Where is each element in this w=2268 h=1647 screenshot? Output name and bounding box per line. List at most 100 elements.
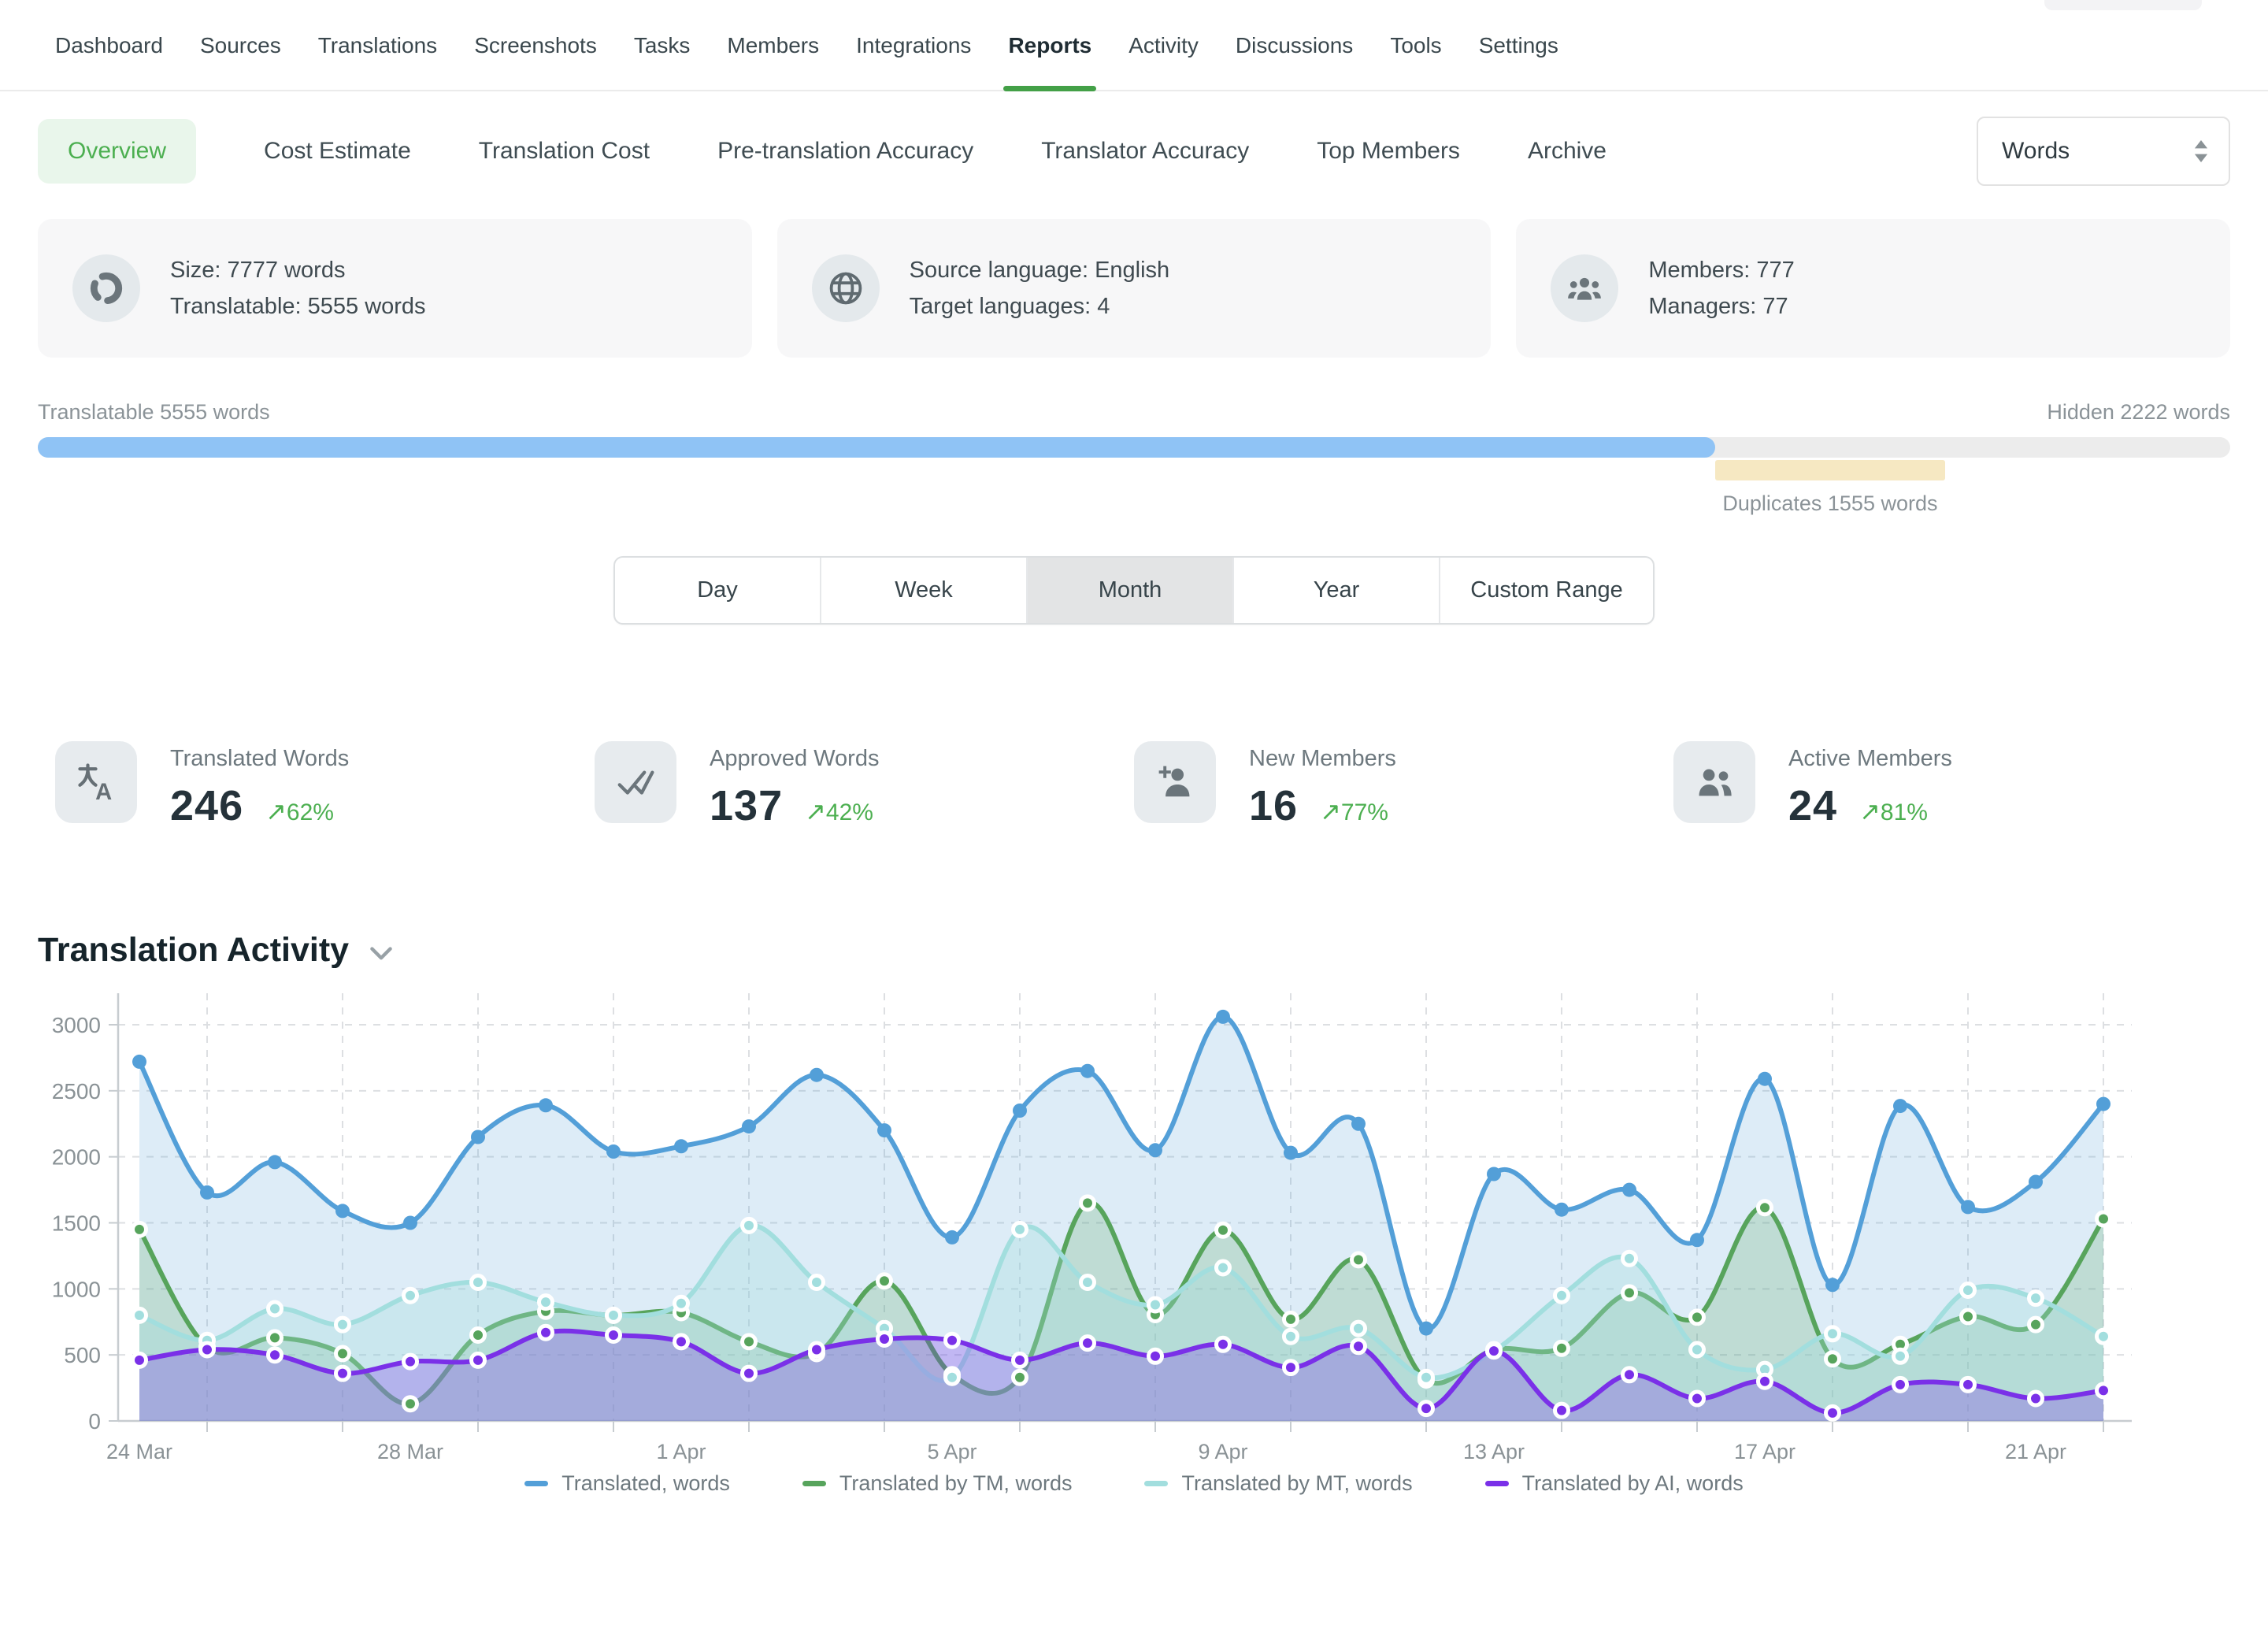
growth-arrow-icon: ↗ (265, 797, 287, 825)
svg-text:24 Mar: 24 Mar (106, 1440, 172, 1463)
legend-swatch (802, 1481, 826, 1486)
person-add-icon (1134, 741, 1216, 823)
legend-swatch (1485, 1481, 1509, 1486)
subnav-item-translation-cost[interactable]: Translation Cost (479, 138, 650, 165)
chevron-down-icon[interactable] (369, 947, 393, 961)
stat-translated-words: A Translated Words 246 ↗62% (55, 741, 595, 830)
stat-growth: ↗42% (805, 796, 873, 826)
words-progress-section: Translatable 5555 words Hidden 2222 word… (38, 400, 2230, 480)
range-tab-day[interactable]: Day (615, 558, 821, 623)
nav-item-tools[interactable]: Tools (1390, 33, 1441, 90)
donut-chart-icon (72, 254, 140, 322)
nav-item-activity[interactable]: Activity (1128, 33, 1199, 90)
stat-growth: ↗77% (1320, 796, 1388, 826)
period-stats-row: A Translated Words 246 ↗62% Approved Words 13… (55, 741, 2213, 830)
subnav-item-top-members[interactable]: Top Members (1317, 138, 1460, 165)
legend-label: Translated by TM, words (839, 1471, 1073, 1496)
double-check-icon (595, 741, 676, 823)
select-updown-icon (2194, 140, 2208, 162)
svg-text:2000: 2000 (52, 1145, 101, 1170)
translation-activity-heading: Translation Activity (38, 931, 2230, 970)
nav-item-reports[interactable]: Reports (1008, 33, 1091, 90)
subnav-item-overview[interactable]: Overview (38, 119, 196, 184)
summary-card-text: Source language: EnglishTarget languages… (910, 252, 1170, 325)
translatable-label: Translatable 5555 words (38, 400, 270, 425)
nav-item-members[interactable]: Members (727, 33, 819, 90)
stat-value: 137 (710, 781, 783, 830)
stat-value: 16 (1249, 781, 1298, 830)
nav-item-integrations[interactable]: Integrations (856, 33, 971, 90)
translation-activity-chart: 05001000150020002500300024 Mar28 Mar1 Ap… (38, 981, 2230, 1496)
legend-item-translated-by-ai-words[interactable]: Translated by AI, words (1485, 1471, 1744, 1496)
nav-item-screenshots[interactable]: Screenshots (474, 33, 597, 90)
stat-label: Translated Words (170, 746, 349, 772)
range-tab-week[interactable]: Week (821, 558, 1028, 623)
svg-text:21 Apr: 21 Apr (2005, 1440, 2066, 1463)
nav-item-tasks[interactable]: Tasks (634, 33, 691, 90)
translate-icon: A (55, 741, 137, 823)
subnav-item-cost-estimate[interactable]: Cost Estimate (264, 138, 411, 165)
duplicates-bar (1715, 460, 1945, 480)
activity-area-chart[interactable]: 05001000150020002500300024 Mar28 Mar1 Ap… (38, 981, 2230, 1466)
top-navigation: Dashboard Sources Translations Screenshots T… (0, 0, 2268, 91)
duplicates-row: Duplicates 1555 words (38, 460, 2230, 480)
legend-label: Translated by MT, words (1181, 1471, 1412, 1496)
svg-text:9 Apr: 9 Apr (1198, 1440, 1247, 1463)
section-title: Translation Activity (38, 931, 349, 970)
stat-new-members: New Members 16 ↗77% (1134, 741, 1673, 830)
subnav-item-translator-accuracy[interactable]: Translator Accuracy (1041, 138, 1249, 165)
stat-growth: ↗81% (1859, 796, 1928, 826)
project-summary-cards: Size: 7777 wordsTranslatable: 5555 words… (38, 219, 2230, 358)
people-icon (1673, 741, 1755, 823)
growth-arrow-icon: ↗ (1859, 797, 1881, 825)
svg-text:17 Apr: 17 Apr (1734, 1440, 1796, 1463)
subnav-item-archive[interactable]: Archive (1528, 138, 1606, 165)
summary-card-0: Size: 7777 wordsTranslatable: 5555 words (38, 219, 752, 358)
svg-text:5 Apr: 5 Apr (927, 1440, 976, 1463)
summary-card-2: Members: 777Managers: 77 (1516, 219, 2230, 358)
stat-growth: ↗62% (265, 796, 334, 826)
svg-text:2500: 2500 (52, 1079, 101, 1104)
svg-text:0: 0 (88, 1409, 101, 1434)
hidden-label: Hidden 2222 words (2047, 400, 2230, 425)
unit-select[interactable]: Words (1977, 117, 2230, 186)
range-tab-custom-range[interactable]: Custom Range (1440, 558, 1653, 623)
nav-item-translations[interactable]: Translations (318, 33, 437, 90)
legend-swatch (1144, 1481, 1168, 1486)
range-tab-year[interactable]: Year (1234, 558, 1440, 623)
svg-text:A: A (95, 780, 112, 804)
stat-approved-words: Approved Words 137 ↗42% (595, 741, 1134, 830)
globe-icon (812, 254, 880, 322)
sub-nav-items: Overview Cost Estimate Translation Cost Pre… (38, 119, 1606, 184)
date-range-tabs: DayWeekMonthYearCustom Range (613, 556, 1655, 625)
stat-active-members: Active Members24↗81% (1673, 741, 2213, 830)
members-icon (1551, 254, 1618, 322)
summary-card-text: Size: 7777 wordsTranslatable: 5555 words (170, 252, 426, 325)
summary-card-text: Members: 777Managers: 77 (1648, 252, 1794, 325)
svg-text:1 Apr: 1 Apr (656, 1440, 706, 1463)
legend-swatch (524, 1481, 548, 1486)
svg-text:28 Mar: 28 Mar (377, 1440, 443, 1463)
duplicates-label: Duplicates 1555 words (1722, 492, 1937, 516)
legend-label: Translated, words (561, 1471, 730, 1496)
chart-legend: Translated, words Translated by TM, words… (38, 1471, 2230, 1496)
svg-text:1000: 1000 (52, 1277, 101, 1301)
nav-item-sources[interactable]: Sources (200, 33, 281, 90)
stat-label: Approved Words (710, 746, 879, 772)
stat-label: New Members (1249, 746, 1396, 772)
legend-item-translated-by-mt-words[interactable]: Translated by MT, words (1144, 1471, 1412, 1496)
stat-value: 246 (170, 781, 243, 830)
subnav-item-pre-translation-accuracy[interactable]: Pre-translation Accuracy (717, 138, 973, 165)
growth-arrow-icon: ↗ (1320, 797, 1341, 825)
unit-select-value: Words (2002, 138, 2070, 165)
nav-item-settings[interactable]: Settings (1479, 33, 1558, 90)
legend-item-translated-words[interactable]: Translated, words (524, 1471, 730, 1496)
growth-arrow-icon: ↗ (805, 797, 826, 825)
svg-text:500: 500 (64, 1343, 101, 1367)
nav-item-discussions[interactable]: Discussions (1236, 33, 1353, 90)
stat-value: 24 (1788, 781, 1837, 830)
legend-item-translated-by-tm-words[interactable]: Translated by TM, words (802, 1471, 1073, 1496)
nav-item-dashboard[interactable]: Dashboard (55, 33, 163, 90)
range-tab-month[interactable]: Month (1028, 558, 1234, 623)
svg-text:3000: 3000 (52, 1013, 101, 1037)
